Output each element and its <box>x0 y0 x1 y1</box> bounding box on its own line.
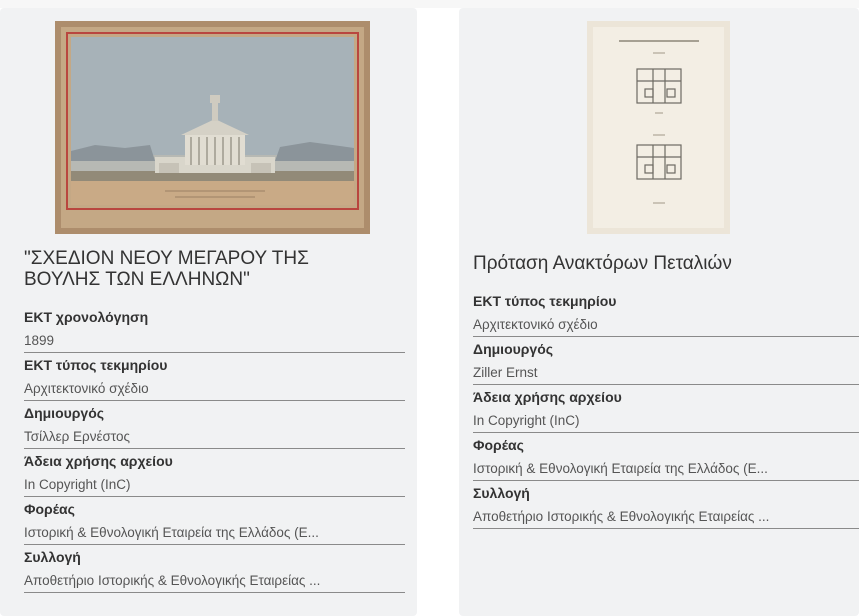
field-license: Άδεια χρήσης αρχείου In Copyright (InC) <box>24 449 405 497</box>
result-card-2[interactable]: Πρόταση Ανακτόρων Πεταλιών ΕΚΤ τύπος τεκ… <box>459 8 859 616</box>
field-label: ΕΚΤ χρονολόγηση <box>24 309 149 325</box>
field-value: Ziller Ernst <box>473 361 859 385</box>
field-label: Δημιουργός <box>473 341 554 357</box>
field-provider: Φορέας Ιστορική & Εθνολογική Εταιρεία τη… <box>473 433 859 481</box>
field-value: In Copyright (InC) <box>473 409 859 433</box>
field-label: Άδεια χρήσης αρχείου <box>473 389 622 405</box>
card-title[interactable]: Πρόταση Ανακτόρων Πεταλιών <box>473 253 853 274</box>
field-value: Αρχιτεκτονικό σχέδιο <box>473 313 859 337</box>
field-label: Δημιουργός <box>24 405 105 421</box>
field-label: Συλλογή <box>473 485 530 501</box>
metadata-list: ΕΚΤ τύπος τεκμηρίου Αρχιτεκτονικό σχέδιο… <box>473 289 859 529</box>
field-doc-type: ΕΚΤ τύπος τεκμηρίου Αρχιτεκτονικό σχέδιο <box>473 289 859 337</box>
field-license: Άδεια χρήσης αρχείου In Copyright (InC) <box>473 385 859 433</box>
drawing-thumbnail-floor-plans[interactable] <box>587 21 730 234</box>
field-doc-type: ΕΚΤ τύπος τεκμηρίου Αρχιτεκτονικό σχέδιο <box>24 353 405 401</box>
result-card-1[interactable]: "ΣΧΕΔΙΟΝ ΝΕΟΥ ΜΕΓΑΡΟΥ ΤΗΣ ΒΟΥΛΗΣ ΤΩΝ ΕΛΛ… <box>0 8 417 616</box>
field-label: ΕΚΤ τύπος τεκμηρίου <box>473 293 617 309</box>
drawing-thumbnail-parliament-elevation[interactable] <box>55 21 370 234</box>
floor-plan-image <box>587 21 730 234</box>
field-date: ΕΚΤ χρονολόγηση 1899 <box>24 305 405 353</box>
field-value: Αποθετήριο Ιστορικής & Εθνολογικής Εταιρ… <box>473 505 859 529</box>
top-bar <box>0 0 859 8</box>
card-title[interactable]: "ΣΧΕΔΙΟΝ ΝΕΟΥ ΜΕΓΑΡΟΥ ΤΗΣ ΒΟΥΛΗΣ ΤΩΝ ΕΛΛ… <box>24 248 384 290</box>
field-label: Φορέας <box>473 437 524 453</box>
field-value: Ιστορική & Εθνολογική Εταιρεία της Ελλάδ… <box>24 521 405 545</box>
field-value: Ιστορική & Εθνολογική Εταιρεία της Ελλάδ… <box>473 457 859 481</box>
field-label: Συλλογή <box>24 549 81 565</box>
field-label: Άδεια χρήσης αρχείου <box>24 453 173 469</box>
field-creator: Δημιουργός Τσίλλερ Ερνέστος <box>24 401 405 449</box>
field-provider: Φορέας Ιστορική & Εθνολογική Εταιρεία τη… <box>24 497 405 545</box>
field-value: Αποθετήριο Ιστορικής & Εθνολογικής Εταιρ… <box>24 569 405 593</box>
field-collection: Συλλογή Αποθετήριο Ιστορικής & Εθνολογικ… <box>473 481 859 529</box>
field-value: 1899 <box>24 329 405 353</box>
metadata-list: ΕΚΤ χρονολόγηση 1899 ΕΚΤ τύπος τεκμηρίου… <box>24 305 405 593</box>
field-collection: Συλλογή Αποθετήριο Ιστορικής & Εθνολογικ… <box>24 545 405 593</box>
field-value: Τσίλλερ Ερνέστος <box>24 425 405 449</box>
parliament-elevation-image <box>55 21 370 234</box>
field-value: In Copyright (InC) <box>24 473 405 497</box>
field-value: Αρχιτεκτονικό σχέδιο <box>24 377 405 401</box>
field-label: Φορέας <box>24 501 75 517</box>
field-label: ΕΚΤ τύπος τεκμηρίου <box>24 357 168 373</box>
field-creator: Δημιουργός Ziller Ernst <box>473 337 859 385</box>
